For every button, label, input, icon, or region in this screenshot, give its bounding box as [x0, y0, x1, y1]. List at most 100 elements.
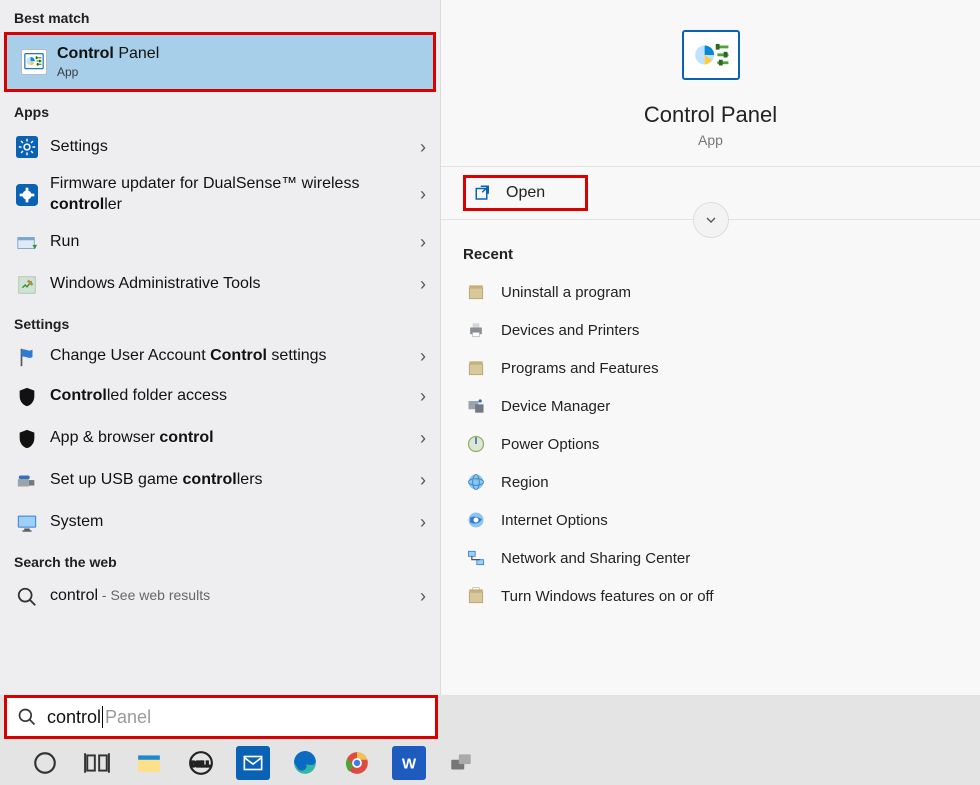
details-subtitle: App: [698, 132, 723, 148]
open-label: Open: [506, 184, 545, 202]
search-typed: control: [47, 707, 101, 728]
chevron-right-icon: ›: [420, 386, 426, 407]
result-label: Run: [50, 232, 79, 253]
chevron-right-icon: ›: [420, 184, 426, 205]
usb-icon: [14, 468, 40, 494]
recent-item-label: Turn Windows features on or off: [501, 588, 714, 605]
recent-item-icon: [465, 471, 487, 493]
recent-item[interactable]: Uninstall a program: [463, 273, 958, 311]
taskbar: DELL W: [0, 741, 980, 785]
edge-icon[interactable]: [288, 746, 322, 780]
settings-result[interactable]: App & browser control ›: [0, 418, 440, 460]
settings-result[interactable]: System›: [0, 502, 440, 544]
chevron-right-icon: ›: [420, 428, 426, 449]
chevron-right-icon: ›: [420, 232, 426, 253]
recent-item[interactable]: Internet Options: [463, 501, 958, 539]
firmware-icon: [14, 182, 40, 208]
run-icon: [14, 230, 40, 256]
recent-item-label: Internet Options: [501, 512, 608, 529]
best-match-title: Control Panel: [57, 45, 159, 63]
device-icon[interactable]: [444, 746, 478, 780]
recent-item-icon: [465, 319, 487, 341]
recent-item-icon: [465, 357, 487, 379]
search-suggestion: Panel: [105, 707, 151, 728]
control-panel-icon: [682, 30, 740, 80]
recent-item-label: Uninstall a program: [501, 284, 631, 301]
recent-item-label: Devices and Printers: [501, 322, 639, 339]
recent-item[interactable]: Power Options: [463, 425, 958, 463]
result-label: Controlled folder access: [50, 386, 227, 407]
text-cursor: [102, 706, 103, 728]
shield-icon: [14, 426, 40, 452]
recent-header: Recent: [463, 246, 958, 263]
section-web: Search the web: [0, 544, 440, 576]
best-match-result[interactable]: Control Panel App: [4, 32, 436, 92]
word-icon[interactable]: W: [392, 746, 426, 780]
details-hero: Control Panel App: [441, 0, 980, 167]
settings-result[interactable]: Set up USB game controllers ›: [0, 460, 440, 502]
search-icon: [14, 584, 40, 610]
result-label: Windows Administrative Tools: [50, 274, 260, 295]
recent-item[interactable]: Device Manager: [463, 387, 958, 425]
recent-item-label: Programs and Features: [501, 360, 659, 377]
dell-icon[interactable]: DELL: [184, 746, 218, 780]
result-label: Set up USB game controllers: [50, 470, 263, 491]
cortana-icon[interactable]: [28, 746, 62, 780]
monitor-icon: [14, 510, 40, 536]
settings-result[interactable]: Change User Account Control settings ›: [0, 338, 440, 376]
recent-item-label: Power Options: [501, 436, 599, 453]
app-result[interactable]: Run ›: [0, 222, 440, 264]
task-view-icon[interactable]: [80, 746, 114, 780]
recent-item-icon: [465, 585, 487, 607]
section-best-match: Best match: [0, 0, 440, 32]
results-column: Best match Control Panel App Apps Settin…: [0, 0, 440, 695]
open-button[interactable]: Open: [463, 175, 588, 211]
details-column: Control Panel App Open Recent Uninstall …: [441, 0, 980, 695]
result-label: Settings: [50, 137, 108, 158]
search-input[interactable]: control Panel: [4, 695, 438, 739]
recent-item-icon: [465, 433, 487, 455]
chevron-right-icon: ›: [420, 470, 426, 491]
recent-item-icon: [465, 281, 487, 303]
app-result[interactable]: Firmware updater for DualSense™ wireless…: [0, 168, 440, 222]
bottom-row: control Panel: [0, 695, 980, 741]
gear-icon: [14, 134, 40, 160]
recent-item[interactable]: Devices and Printers: [463, 311, 958, 349]
svg-text:DELL: DELL: [191, 759, 211, 768]
app-result[interactable]: Windows Administrative Tools›: [0, 264, 440, 306]
section-settings: Settings: [0, 306, 440, 338]
svg-text:W: W: [402, 755, 417, 772]
mail-icon[interactable]: [236, 746, 270, 780]
details-title: Control Panel: [644, 102, 777, 128]
recent-item[interactable]: Programs and Features: [463, 349, 958, 387]
chevron-right-icon: ›: [420, 512, 426, 533]
section-apps: Apps: [0, 94, 440, 126]
search-icon: [17, 707, 37, 727]
open-icon: [474, 184, 492, 202]
settings-result[interactable]: Controlled folder access ›: [0, 376, 440, 418]
result-label: Change User Account Control settings: [50, 346, 327, 367]
best-match-subtitle: App: [57, 65, 159, 79]
recent-item[interactable]: Turn Windows features on or off: [463, 577, 958, 615]
recent-block: Recent Uninstall a program Devices and Pr…: [441, 220, 980, 619]
expand-button[interactable]: [693, 202, 729, 238]
chevron-right-icon: ›: [420, 346, 426, 367]
file-explorer-icon[interactable]: [132, 746, 166, 780]
recent-item-label: Device Manager: [501, 398, 610, 415]
result-label: App & browser control: [50, 428, 214, 449]
recent-item-label: Region: [501, 474, 549, 491]
chevron-right-icon: ›: [420, 586, 426, 607]
shield-icon: [14, 384, 40, 410]
recent-item[interactable]: Region: [463, 463, 958, 501]
flag-icon: [14, 344, 40, 370]
result-label: Firmware updater for DualSense™ wireless…: [50, 174, 420, 216]
recent-item-icon: [465, 395, 487, 417]
result-label: control - See web results: [50, 586, 210, 607]
app-result[interactable]: Settings›: [0, 126, 440, 168]
chrome-icon[interactable]: [340, 746, 374, 780]
recent-item-icon: [465, 547, 487, 569]
recent-item-icon: [465, 509, 487, 531]
web-result[interactable]: control - See web results ›: [0, 576, 440, 618]
admin-icon: [14, 272, 40, 298]
recent-item[interactable]: Network and Sharing Center: [463, 539, 958, 577]
